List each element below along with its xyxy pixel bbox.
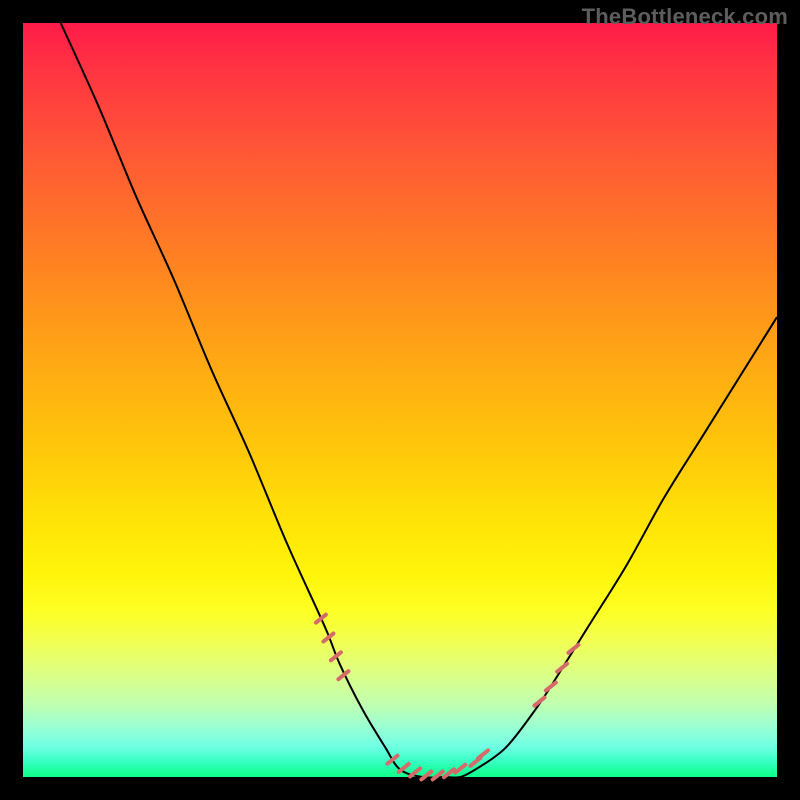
highlight-dot	[455, 765, 465, 773]
highlight-dot	[546, 683, 556, 691]
curve-layer	[23, 23, 777, 777]
highlight-dot	[387, 756, 397, 764]
bottleneck-curve	[61, 23, 777, 778]
highlight-dot	[478, 750, 488, 758]
highlight-dot	[557, 664, 567, 672]
chart-frame: TheBottleneck.com	[0, 0, 800, 800]
highlight-dot	[444, 769, 454, 777]
